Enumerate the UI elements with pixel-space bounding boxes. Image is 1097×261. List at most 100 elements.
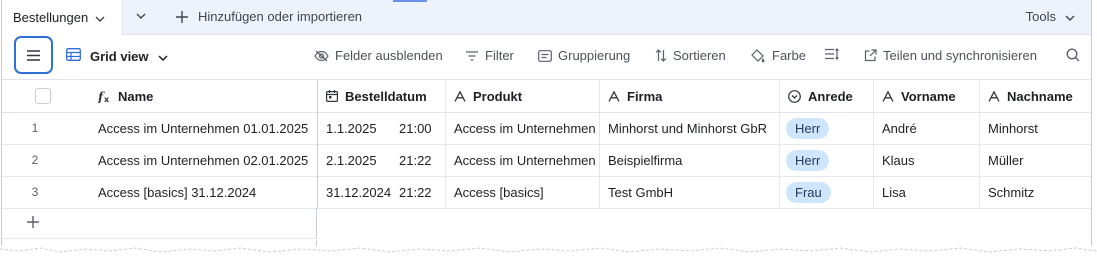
hide-fields-button[interactable]: Felder ausblenden	[314, 48, 443, 63]
row-number: 2	[31, 153, 39, 167]
torn-edge	[0, 246, 1097, 253]
header-row: fx Name Bestelldatum Produkt Firma Anred…	[2, 80, 1091, 113]
table-row[interactable]: 2 Access im Unternehmen 02.01.2025 2.1.2…	[2, 144, 1091, 177]
tools-menu[interactable]: Tools	[1026, 9, 1075, 24]
text-field-icon	[454, 90, 466, 102]
sort-label: Sortieren	[673, 48, 726, 63]
filter-icon	[466, 50, 478, 61]
cell-bestelldatum[interactable]: 2.1.2025 21:22	[318, 144, 446, 176]
tools-label: Tools	[1025, 9, 1056, 24]
column-header-firma-label: Firma	[627, 88, 663, 104]
filter-button[interactable]: Filter	[465, 48, 514, 63]
search-icon	[1066, 48, 1080, 62]
column-header-name[interactable]: fx Name	[84, 80, 318, 112]
column-header-bestelldatum-label: Bestelldatum	[345, 88, 427, 104]
hide-fields-label: Felder ausblenden	[335, 48, 443, 63]
external-link-icon	[864, 49, 877, 62]
view-selector[interactable]: Grid view	[66, 48, 168, 64]
table-row[interactable]: 1 Access im Unternehmen 01.01.2025 1.1.2…	[2, 112, 1091, 145]
color-button[interactable]: Farbe	[750, 48, 806, 63]
row-number: 1	[31, 121, 39, 135]
column-header-nachname[interactable]: Nachname	[980, 80, 1091, 112]
sort-button[interactable]: Sortieren	[655, 48, 726, 63]
group-icon	[538, 49, 552, 62]
cell-firma[interactable]: Beispielfirma	[600, 144, 780, 176]
chevron-down-icon	[1065, 9, 1075, 24]
text-field-icon	[608, 90, 620, 102]
row-height-icon	[825, 48, 839, 60]
select-pill: Herr	[786, 149, 830, 171]
share-sync-button[interactable]: Teilen und synchronisieren	[864, 48, 1037, 63]
cell-bestelldatum[interactable]: 1.1.2025 21:00	[318, 112, 446, 144]
color-label: Farbe	[772, 48, 806, 63]
eye-slash-icon	[314, 50, 329, 61]
add-import-label: Hinzufügen oder importieren	[198, 9, 363, 24]
column-header-name-label: Name	[118, 88, 154, 104]
cell-produkt[interactable]: Access im Unternehmen	[446, 112, 600, 144]
svg-text:x: x	[104, 95, 110, 103]
chevron-down-icon[interactable]	[95, 10, 105, 25]
cell-name[interactable]: Access [basics] 31.12.2024	[84, 176, 318, 208]
column-header-produkt[interactable]: Produkt	[446, 80, 600, 112]
column-header-firma[interactable]: Firma	[600, 80, 780, 112]
column-header-vorname[interactable]: Vorname	[874, 80, 980, 112]
time-value: 21:00	[399, 120, 432, 136]
text-field-icon	[882, 90, 894, 102]
filter-label: Filter	[485, 48, 514, 63]
select-pill: Herr	[786, 117, 830, 139]
cell-anrede[interactable]: Herr	[780, 112, 874, 144]
cell-vorname[interactable]: André	[874, 112, 980, 144]
cell-firma[interactable]: Test GmbH	[600, 176, 780, 208]
date-value: 1.1.2025	[326, 120, 377, 136]
views-sidebar-toggle-button[interactable]	[14, 36, 53, 74]
table-row[interactable]: 3 Access [basics] 31.12.2024 31.12.2024 2…	[2, 176, 1091, 209]
cell-produkt[interactable]: Access [basics]	[446, 176, 600, 208]
table-tab-bar: Bestellungen Hinzufügen oder importieren…	[2, 0, 1091, 35]
time-value: 21:22	[399, 152, 432, 168]
paint-bucket-icon	[751, 48, 765, 62]
cell-firma[interactable]: Minhorst und Minhorst GbR	[600, 112, 780, 144]
cell-produkt[interactable]: Access im Unternehmen	[446, 144, 600, 176]
tab-label: Bestellungen	[13, 10, 89, 25]
tab-bestellungen[interactable]: Bestellungen	[2, 0, 123, 35]
cell-bestelldatum[interactable]: 31.12.2024 21:22	[318, 176, 446, 208]
cell-name[interactable]: Access im Unternehmen 02.01.2025	[84, 144, 318, 176]
view-toolbar: Grid view Felder ausblenden Filter Grupp…	[2, 35, 1091, 80]
formula-icon: fx	[98, 90, 110, 103]
select-pill: Frau	[786, 181, 831, 203]
cell-vorname[interactable]: Lisa	[874, 176, 980, 208]
cell-nachname[interactable]: Müller	[980, 144, 1091, 176]
text-field-icon	[988, 90, 1000, 102]
cell-anrede[interactable]: Frau	[780, 176, 874, 208]
add-import-button[interactable]: Hinzufügen oder importieren	[176, 9, 362, 24]
row-height-button[interactable]	[824, 48, 846, 60]
time-value: 21:22	[399, 184, 432, 200]
row-number: 3	[31, 185, 39, 199]
sort-icon	[655, 49, 667, 62]
column-header-anrede[interactable]: Anrede	[780, 80, 874, 112]
cell-anrede[interactable]: Herr	[780, 144, 874, 176]
group-button[interactable]: Gruppierung	[538, 48, 630, 63]
accent-line	[393, 0, 427, 2]
cell-nachname[interactable]: Schmitz	[980, 176, 1091, 208]
share-sync-label: Teilen und synchronisieren	[883, 48, 1037, 63]
cell-name[interactable]: Access im Unternehmen 01.01.2025	[84, 112, 318, 144]
plus-icon	[176, 10, 188, 24]
cell-vorname[interactable]: Klaus	[874, 144, 980, 176]
group-label: Gruppierung	[558, 48, 631, 63]
more-tables-chevron-icon[interactable]	[135, 9, 147, 27]
column-header-bestelldatum[interactable]: Bestelldatum	[318, 80, 446, 112]
app-window: Bestellungen Hinzufügen oder importieren…	[1, 0, 1092, 248]
view-name: Grid view	[90, 48, 149, 64]
date-value: 31.12.2024	[326, 184, 392, 200]
select-all-checkbox[interactable]	[35, 88, 51, 104]
column-header-anrede-label: Anrede	[808, 88, 853, 104]
grid-view-icon	[66, 48, 81, 64]
cell-nachname[interactable]: Minhorst	[980, 112, 1091, 144]
add-record-button[interactable]	[2, 208, 317, 239]
single-select-icon	[788, 89, 801, 103]
plus-icon	[27, 211, 39, 234]
date-value: 2.1.2025	[326, 152, 377, 168]
column-header-vorname-label: Vorname	[901, 88, 956, 104]
search-button[interactable]	[1066, 48, 1086, 62]
